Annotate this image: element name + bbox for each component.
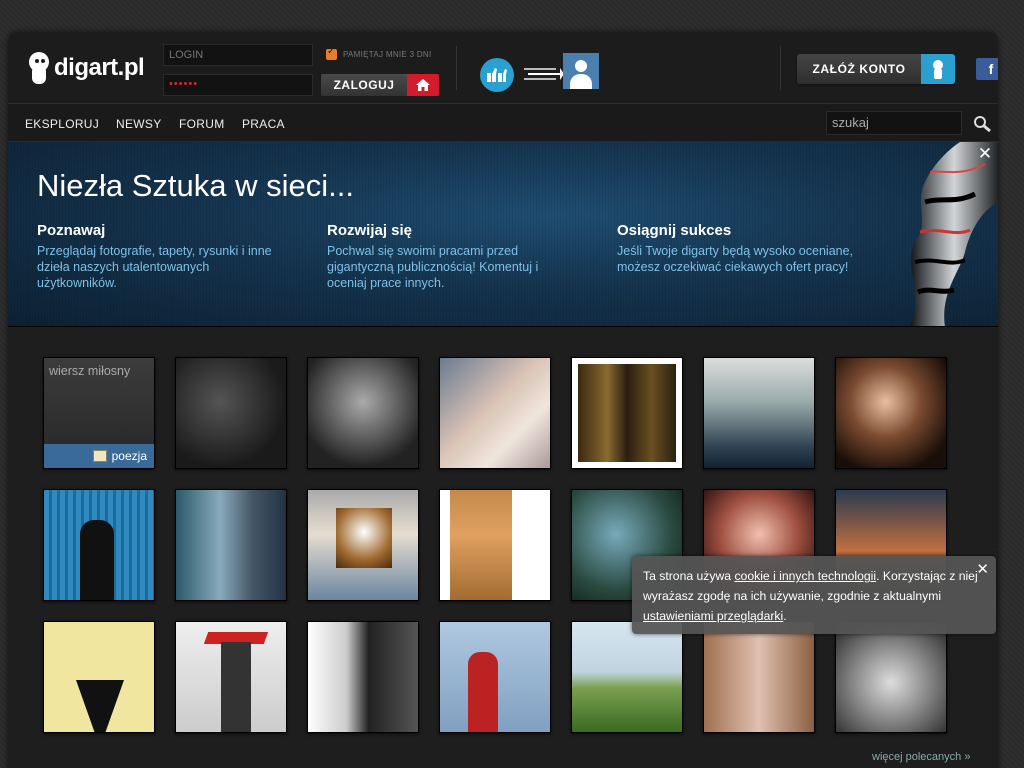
- gallery-thumbnail[interactable]: [175, 621, 287, 733]
- gallery-thumbnail[interactable]: [43, 621, 155, 733]
- close-icon[interactable]: ✕: [976, 145, 994, 163]
- password-input[interactable]: ••••••: [163, 74, 313, 96]
- facebook-icon[interactable]: f: [976, 58, 998, 80]
- login-button-label: ZALOGUJ: [333, 78, 395, 92]
- cookie-text: .: [783, 609, 787, 623]
- feature-description: Jeśli Twoje digarty będą wysoko oceniane…: [617, 244, 854, 274]
- logo[interactable]: digart.pl: [26, 50, 145, 86]
- feature-rozwijaj: Rozwijaj się Pochwal się swoimi pracami …: [327, 222, 577, 291]
- search-input[interactable]: szukaj: [826, 111, 962, 135]
- gallery-thumbnail[interactable]: [439, 489, 551, 601]
- poetry-icon: [92, 450, 107, 462]
- gallery-thumbnail[interactable]: [175, 489, 287, 601]
- register-button[interactable]: ZAŁÓŻ KONTO: [797, 54, 955, 84]
- logo-text: digart.pl: [54, 54, 145, 81]
- main-nav: EKSPLORUJ NEWSY FORUM PRACA szukaj: [8, 104, 998, 142]
- feature-description: Pochwal się swoimi pracami przed giganty…: [327, 244, 539, 290]
- login-input[interactable]: [163, 44, 313, 66]
- close-icon[interactable]: ✕: [976, 560, 989, 580]
- gallery-thumbnail[interactable]: [703, 621, 815, 733]
- welcome-banner: Niezła Sztuka w sieci... Poznawaj Przegl…: [8, 142, 998, 327]
- cookie-text: Ta strona używa: [643, 569, 735, 583]
- category-label: poezja: [111, 449, 147, 463]
- feature-description: Przeglądaj fotografie, tapety, rysunki i…: [37, 244, 272, 290]
- header: digart.pl •••••• PAMIĘTAJ MNIE 3 DNI ZAL…: [8, 32, 998, 104]
- gallery-thumbnail[interactable]: [835, 357, 947, 469]
- nav-item-newsy[interactable]: NEWSY: [116, 117, 162, 131]
- gallery-thumbnail[interactable]: [571, 357, 683, 469]
- gallery-thumbnail[interactable]: [571, 621, 683, 733]
- gallery-thumbnail[interactable]: [439, 357, 551, 469]
- feature-osiagnij: Osiągnij sukces Jeśli Twoje digarty będą…: [617, 222, 867, 275]
- connect-arrows-icon: [524, 68, 564, 80]
- gallery-thumbnail[interactable]: [703, 357, 815, 469]
- search-icon[interactable]: [972, 114, 992, 134]
- banner-artwork: [910, 142, 998, 326]
- register-button-label: ZAŁÓŻ KONTO: [812, 62, 906, 76]
- gallery-tile-text[interactable]: wiersz miłosny poezja: [43, 357, 155, 469]
- login-button[interactable]: ZALOGUJ: [321, 74, 439, 96]
- feature-poznawaj: Poznawaj Przeglądaj fotografie, tapety, …: [37, 222, 287, 291]
- gallery-thumbnail[interactable]: [439, 621, 551, 733]
- more-featured-link[interactable]: więcej polecanych »: [872, 751, 970, 763]
- gallery-thumbnail[interactable]: [307, 489, 419, 601]
- remember-me-label: PAMIĘTAJ MNIE 3 DNI: [343, 50, 432, 59]
- home-icon[interactable]: [407, 74, 439, 96]
- avatar[interactable]: [563, 53, 599, 89]
- browser-settings-link[interactable]: ustawieniami przeglądarki: [643, 609, 783, 623]
- digart-mascot-icon: [26, 50, 52, 86]
- category-badge: poezja: [44, 444, 154, 468]
- banner-title: Niezła Sztuka w sieci...: [37, 168, 354, 203]
- divider: [780, 46, 781, 90]
- nav-item-eksploruj[interactable]: EKSPLORUJ: [25, 117, 99, 131]
- gallery-thumbnail[interactable]: [175, 357, 287, 469]
- cookie-notice: Ta strona używa cookie i innych technolo…: [632, 556, 996, 634]
- cookie-policy-link[interactable]: cookie i innych technologii: [734, 569, 876, 583]
- feature-title: Poznawaj: [37, 222, 106, 239]
- feature-title: Osiągnij sukces: [617, 222, 732, 239]
- gallery-thumbnail[interactable]: [43, 489, 155, 601]
- gallery-thumbnail[interactable]: [307, 621, 419, 733]
- gallery-thumbnail[interactable]: [835, 621, 947, 733]
- divider: [456, 46, 457, 90]
- user-add-icon: [921, 54, 955, 84]
- nav-item-praca[interactable]: PRACA: [242, 117, 285, 131]
- checkbox-checked-icon: [326, 46, 337, 60]
- gallery-thumbnail[interactable]: [307, 357, 419, 469]
- tile-title: wiersz miłosny: [49, 364, 131, 378]
- nav-item-forum[interactable]: FORUM: [179, 117, 225, 131]
- facebook-connect-icon[interactable]: [480, 58, 514, 92]
- remember-me-checkbox[interactable]: PAMIĘTAJ MNIE 3 DNI: [326, 46, 432, 60]
- feature-title: Rozwijaj się: [327, 222, 413, 239]
